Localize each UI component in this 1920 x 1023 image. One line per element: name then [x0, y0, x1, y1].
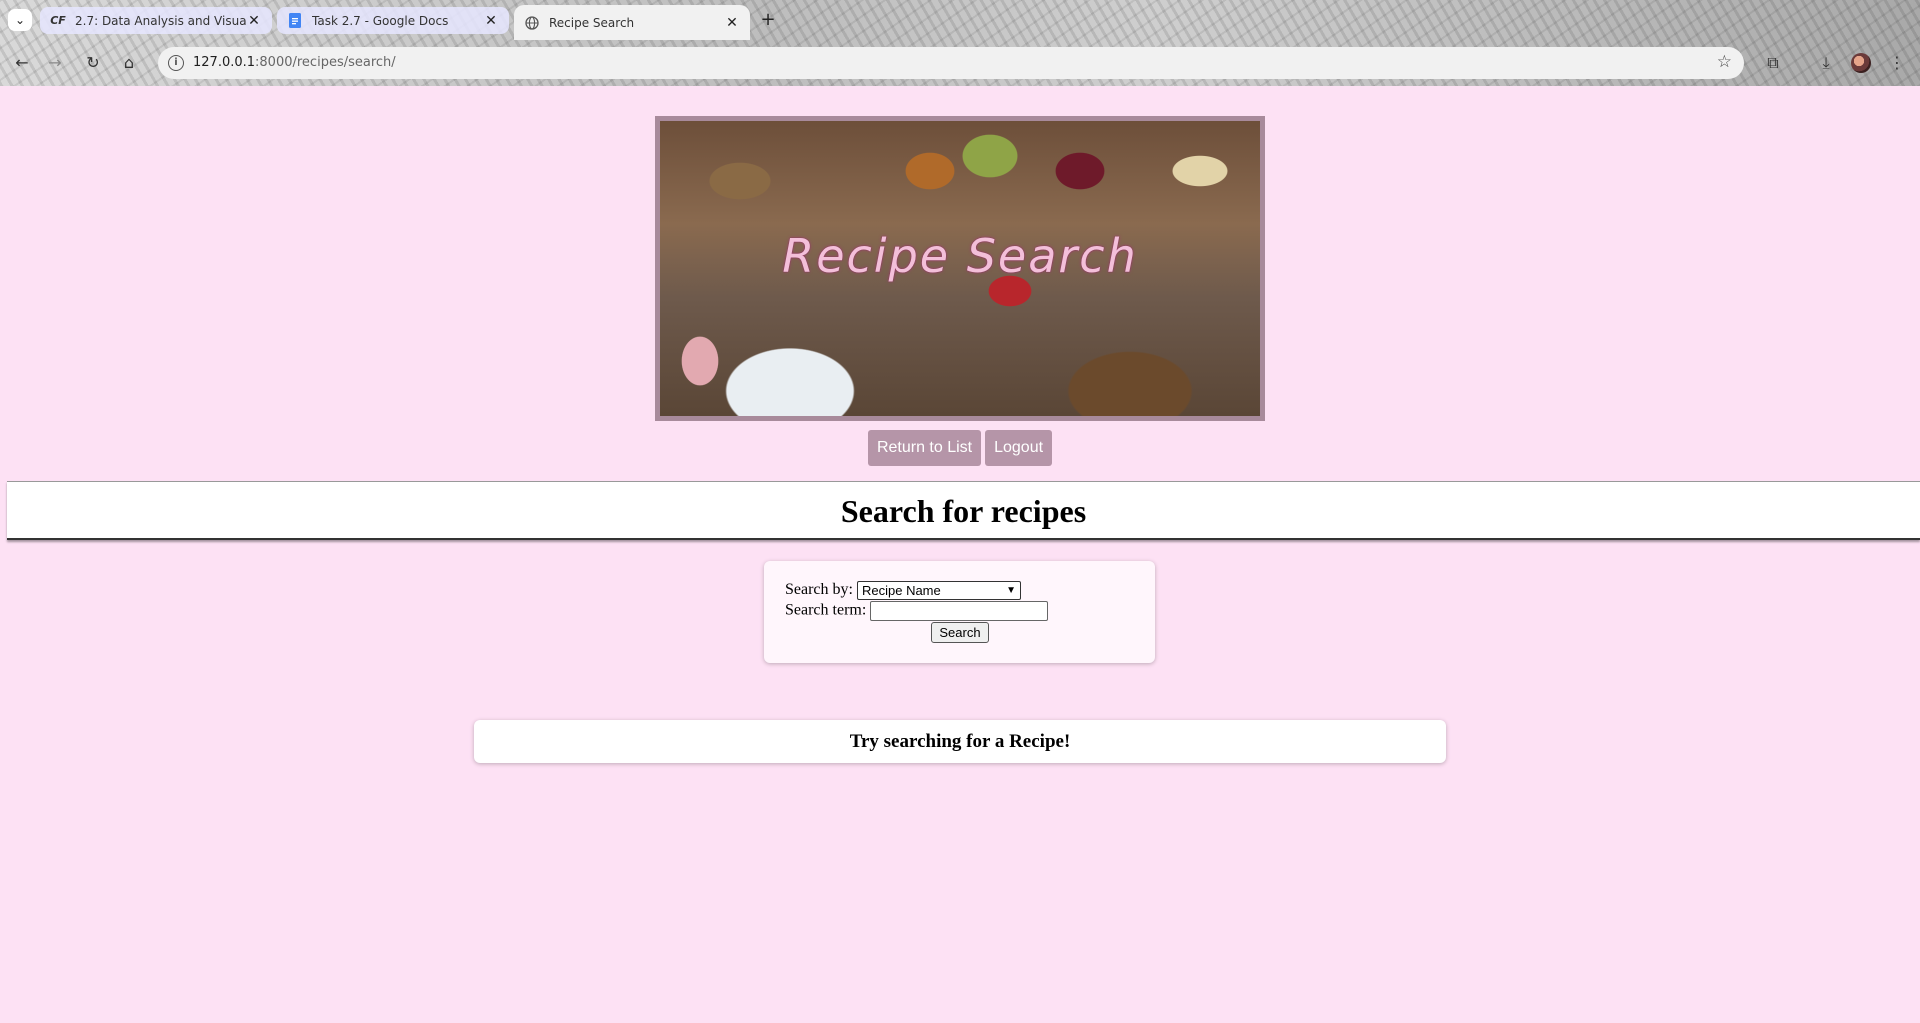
search-submit-button[interactable]: Search [931, 622, 989, 643]
tab-google-docs[interactable]: Task 2.7 - Google Docs ✕ [277, 7, 509, 34]
download-icon[interactable]: ⤓ [1813, 50, 1839, 76]
more-menu-icon[interactable]: ⋮ [1884, 50, 1910, 76]
search-form: Search by: Recipe Name ▼ Search term: Se… [764, 561, 1155, 663]
site-info-icon[interactable]: i [168, 55, 184, 71]
chevron-down-icon: ▼ [1006, 585, 1016, 596]
extensions-puzzle-icon[interactable]: ⧉ [1760, 50, 1786, 76]
reload-icon[interactable]: ↻ [80, 50, 106, 76]
return-to-list-button[interactable]: Return to List [867, 430, 982, 466]
nav-buttons: Return to List Logout [0, 430, 1920, 466]
back-arrow-icon[interactable]: ← [9, 50, 35, 76]
url-text: 127.0.0.1:8000/recipes/search/ [193, 55, 396, 70]
new-tab-button[interactable]: + [757, 9, 779, 31]
address-bar[interactable]: i 127.0.0.1:8000/recipes/search/ ☆ [158, 47, 1744, 79]
result-message: Try searching for a Recipe! [474, 720, 1446, 763]
cf-favicon-icon: CF [50, 14, 66, 27]
banner-title: Recipe Search [782, 229, 1138, 283]
tab-recipe-search[interactable]: Recipe Search ✕ [514, 5, 750, 40]
recipe-banner-image: Recipe Search [655, 116, 1265, 421]
logout-button[interactable]: Logout [985, 430, 1053, 466]
tab-close-icon[interactable]: ✕ [246, 13, 262, 29]
tab-data-analysis[interactable]: CF 2.7: Data Analysis and Visualiza ✕ [40, 7, 272, 34]
tab-strip: ⌄ CF 2.7: Data Analysis and Visualiza ✕ … [0, 0, 1920, 40]
tab-title: 2.7: Data Analysis and Visualiza [75, 13, 246, 28]
tab-title: Recipe Search [549, 15, 635, 30]
search-term-label: Search term: [785, 601, 867, 619]
page-title: Search for recipes [840, 493, 1087, 529]
browser-chrome: ⌄ CF 2.7: Data Analysis and Visualiza ✕ … [0, 0, 1920, 86]
browser-toolbar: ← → ↻ ⌂ i 127.0.0.1:8000/recipes/search/… [0, 40, 1920, 86]
profile-avatar-icon[interactable] [1851, 53, 1871, 73]
globe-icon [524, 15, 540, 31]
search-term-row: Search term: [785, 601, 1049, 621]
search-by-row: Search by: Recipe Name ▼ [785, 581, 1021, 600]
search-by-label: Search by: [785, 581, 853, 599]
home-icon[interactable]: ⌂ [116, 50, 142, 76]
search-by-selected-value: Recipe Name [861, 583, 941, 598]
search-by-select[interactable]: Recipe Name ▼ [856, 581, 1021, 600]
tab-close-icon[interactable]: ✕ [483, 13, 499, 29]
forward-arrow-icon[interactable]: → [42, 50, 68, 76]
heading-bar: Search for recipes [7, 481, 1920, 540]
docs-icon [287, 13, 303, 29]
tab-close-icon[interactable]: ✕ [724, 15, 740, 31]
tab-title: Task 2.7 - Google Docs [312, 13, 449, 28]
tab-search-menu-button[interactable]: ⌄ [8, 9, 32, 31]
bookmark-star-icon[interactable]: ☆ [1717, 52, 1732, 72]
search-term-input[interactable] [870, 601, 1049, 621]
